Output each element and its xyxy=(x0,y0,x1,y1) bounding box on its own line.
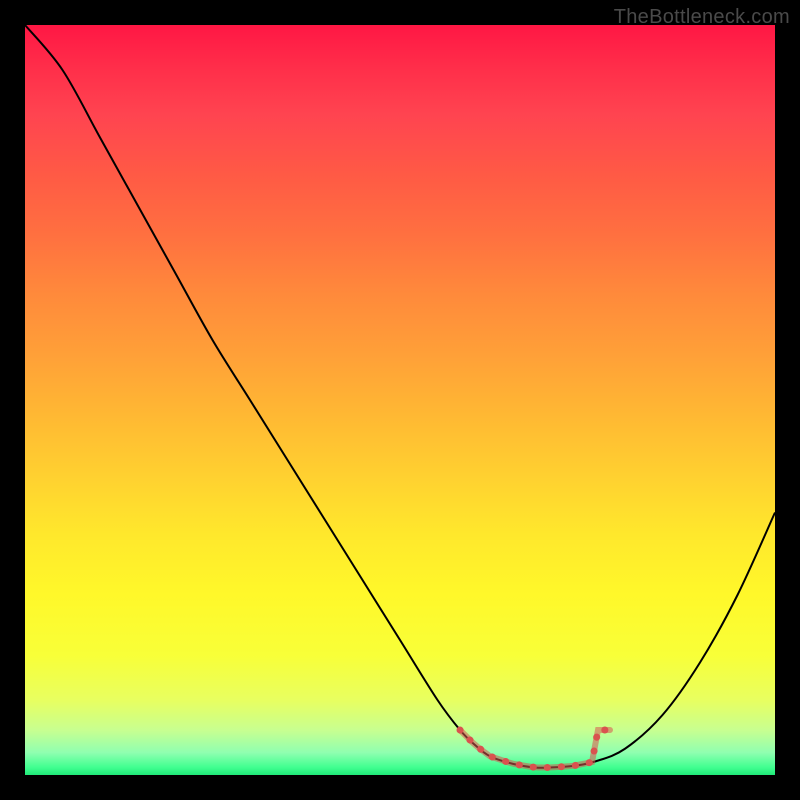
highlight-dots xyxy=(460,730,610,768)
chart-plot-area xyxy=(25,25,775,775)
bottleneck-curve-line xyxy=(25,25,775,768)
chart-svg xyxy=(25,25,775,775)
watermark-text: TheBottleneck.com xyxy=(614,6,790,29)
